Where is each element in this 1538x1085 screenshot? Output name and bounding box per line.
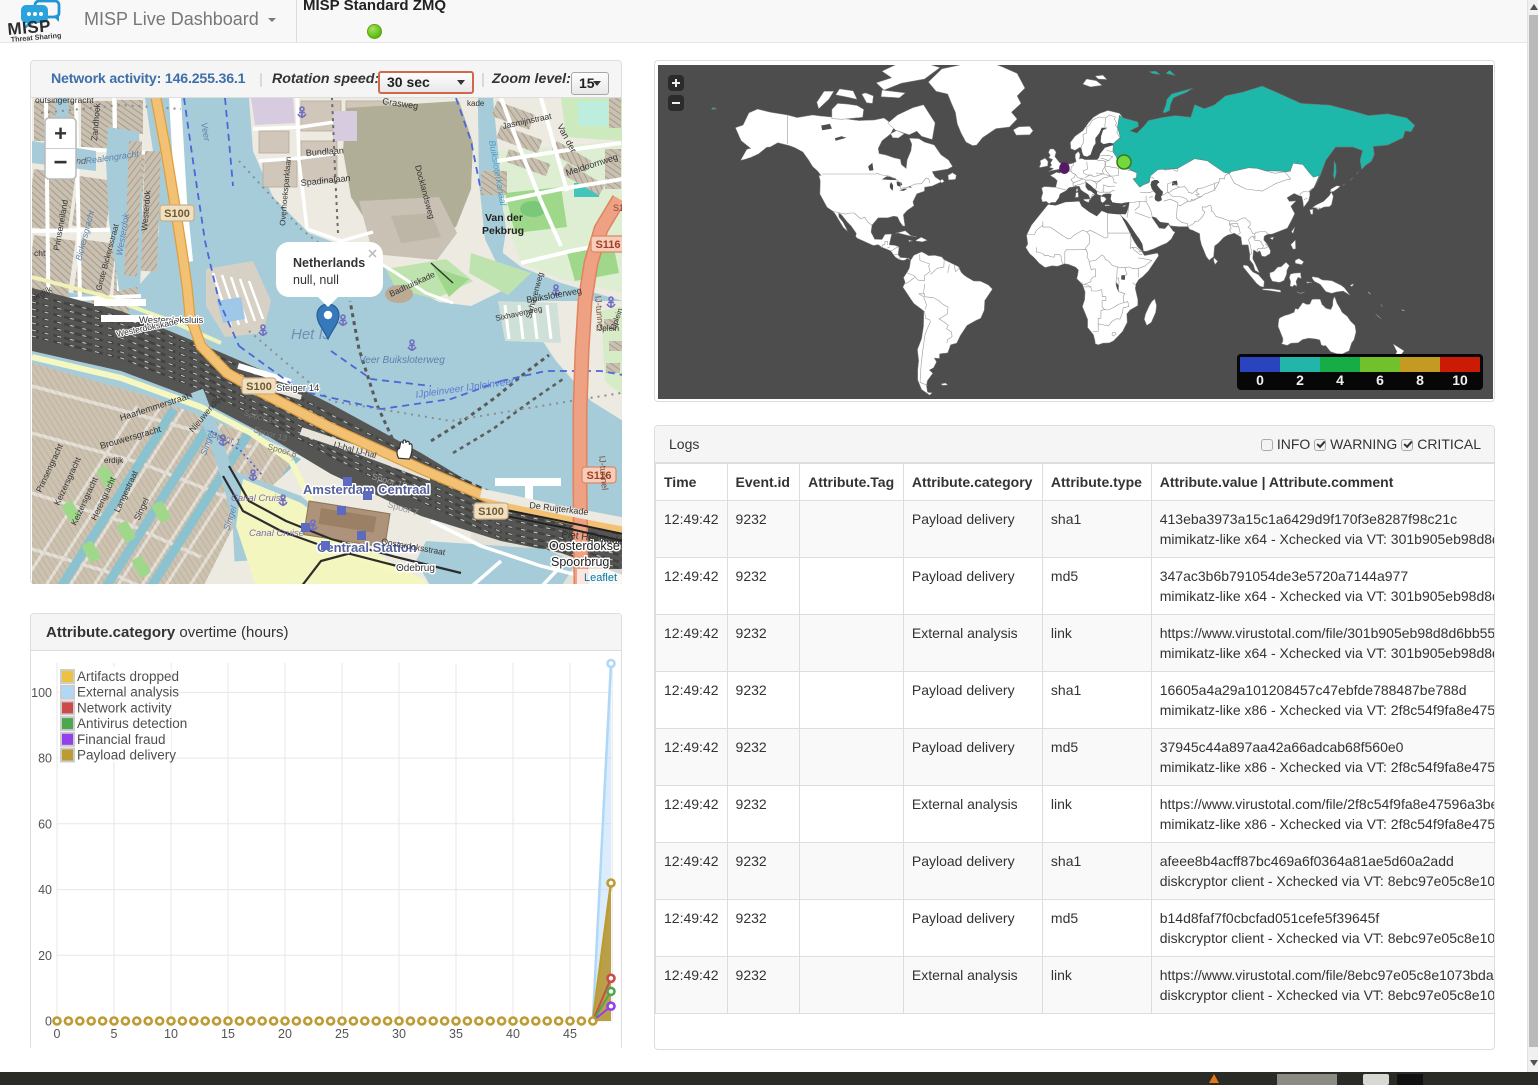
svg-text:Pekbrug: Pekbrug	[482, 225, 524, 237]
svg-text:+: +	[54, 121, 67, 146]
svg-text:60: 60	[38, 817, 52, 831]
svg-text:0: 0	[45, 1015, 52, 1029]
svg-text:S100: S100	[164, 208, 190, 220]
svg-text:Artifacts dropped: Artifacts dropped	[77, 669, 179, 684]
svg-text:outsingergracht: outsingergracht	[35, 98, 94, 105]
svg-text:15: 15	[221, 1027, 235, 1041]
svg-text:45: 45	[563, 1027, 577, 1041]
svg-text:4: 4	[1336, 372, 1344, 388]
svg-text:6: 6	[1376, 372, 1384, 388]
svg-text:20: 20	[278, 1027, 292, 1041]
svg-text:Network activity: Network activity	[77, 700, 172, 715]
svg-text:Veer Buiksloterweg: Veer Buiksloterweg	[359, 355, 445, 366]
svg-text:0: 0	[1256, 372, 1264, 388]
svg-text:null, null: null, null	[293, 273, 339, 287]
svg-text:10: 10	[1452, 372, 1468, 388]
svg-text:Van der: Van der	[485, 212, 523, 224]
svg-text:2: 2	[1296, 372, 1304, 388]
svg-text:S116: S116	[595, 239, 620, 251]
svg-text:S100: S100	[246, 381, 272, 393]
svg-text:Payload delivery: Payload delivery	[77, 748, 176, 763]
svg-text:40: 40	[38, 883, 52, 897]
svg-text:10: 10	[164, 1027, 178, 1041]
svg-text:Canal Cruise: Canal Cruise	[231, 493, 286, 504]
svg-text:100: 100	[31, 686, 52, 700]
svg-text:0: 0	[54, 1027, 61, 1041]
svg-text:cht: cht	[34, 248, 46, 258]
svg-text:8: 8	[1416, 372, 1424, 388]
svg-text:S11: S11	[613, 203, 622, 213]
svg-text:External analysis: External analysis	[77, 685, 179, 700]
svg-text:20: 20	[38, 949, 52, 963]
svg-text:40: 40	[506, 1027, 520, 1041]
svg-text:Spoorbrug: Spoorbrug	[551, 555, 609, 569]
svg-text:30: 30	[392, 1027, 406, 1041]
svg-text:35: 35	[449, 1027, 463, 1041]
svg-text:Antivirus detection: Antivirus detection	[77, 716, 187, 731]
svg-text:Steiger 14: Steiger 14	[276, 383, 319, 394]
svg-text:Netherlands: Netherlands	[293, 256, 365, 270]
svg-text:Leaflet: Leaflet	[584, 572, 617, 584]
svg-text:erdijk: erdijk	[104, 456, 124, 465]
svg-text:Odebrug: Odebrug	[396, 563, 435, 574]
svg-text:80: 80	[38, 752, 52, 766]
svg-text:5: 5	[111, 1027, 118, 1041]
svg-text:Financial fraud: Financial fraud	[77, 732, 166, 747]
svg-text:−: −	[53, 149, 67, 176]
svg-text:25: 25	[335, 1027, 349, 1041]
svg-text:S100: S100	[478, 506, 504, 518]
svg-text:kade: kade	[467, 99, 485, 108]
svg-text:Canal Cruise: Canal Cruise	[249, 528, 304, 539]
